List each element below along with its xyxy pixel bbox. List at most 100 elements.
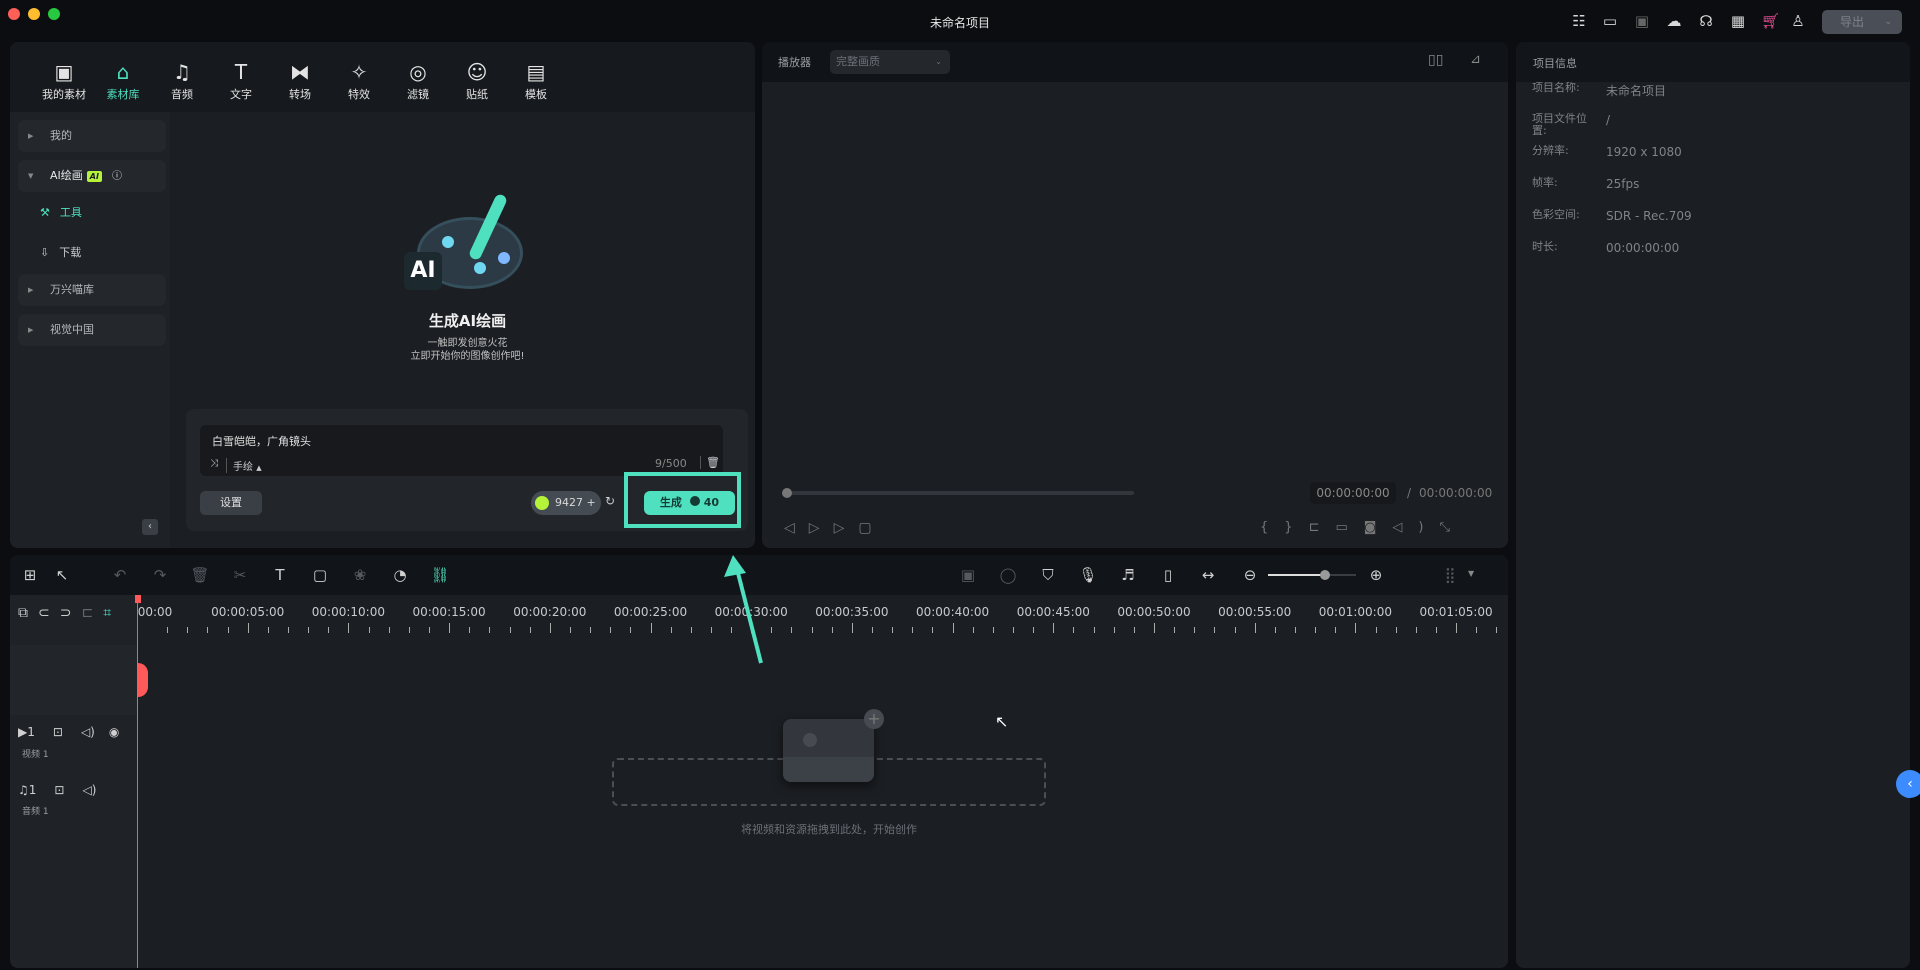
add-media-icon[interactable]: +: [864, 709, 884, 729]
ai-video-icon[interactable]: ▣: [958, 565, 978, 585]
zoom-in-icon[interactable]: ⊕: [1366, 565, 1386, 585]
sidebar-item-download[interactable]: ⇩ 下载: [40, 244, 81, 260]
apps-icon[interactable]: ▦: [1729, 12, 1747, 30]
task-list-icon[interactable]: ☷: [1570, 12, 1588, 30]
playhead-tab[interactable]: [138, 663, 148, 697]
mute-icon[interactable]: ◁): [81, 725, 95, 739]
tab-8[interactable]: ▤ 模板: [508, 60, 564, 102]
prev-frame-icon[interactable]: ◁: [784, 520, 809, 536]
help-icon[interactable]: ⓘ: [112, 171, 122, 182]
volume-icon[interactable]: ◁): [1392, 520, 1439, 535]
tab-5[interactable]: ✧ 特效: [331, 60, 387, 102]
shuffle-icon[interactable]: ⤨: [210, 458, 218, 469]
mark-in-icon[interactable]: {: [1260, 520, 1284, 535]
caret-down-icon[interactable]: ▼: [1468, 569, 1474, 578]
crop-icon[interactable]: ▢: [310, 565, 330, 585]
current-time[interactable]: 00:00:00:00: [1310, 482, 1396, 504]
snapshot-icon[interactable]: ◙: [1364, 520, 1393, 535]
tab-icon: T: [234, 60, 248, 84]
delete-icon[interactable]: 🗑︎: [190, 565, 210, 585]
play-range-icon[interactable]: ◯: [998, 565, 1018, 585]
tab-2[interactable]: ♫ 音频: [154, 60, 210, 102]
waveform-icon[interactable]: ⊿: [1470, 52, 1481, 67]
mute-icon[interactable]: ◁): [82, 783, 96, 797]
layout-icon[interactable]: ▭: [1601, 12, 1619, 30]
next-frame-icon[interactable]: ▷: [809, 520, 834, 536]
auto-reframe-icon[interactable]: ▯: [1158, 565, 1178, 585]
playhead[interactable]: [137, 595, 138, 968]
layout-grid-icon[interactable]: ⊞: [20, 565, 40, 585]
label: 视觉中国: [50, 323, 94, 336]
tab-6[interactable]: ◎ 滤镜: [390, 60, 446, 102]
snap-icon[interactable]: ⌗: [103, 605, 121, 621]
style-select[interactable]: 手绘 ▲: [226, 458, 262, 473]
lock-icon[interactable]: ⊡: [53, 725, 63, 739]
sidebar-item-wondershare-lib[interactable]: ▶ 万兴喵库: [18, 274, 166, 306]
eye-icon[interactable]: ◉: [109, 725, 119, 739]
color-icon[interactable]: ❀: [350, 565, 370, 585]
plus-icon[interactable]: +: [587, 496, 596, 509]
ruler-tick: [1073, 627, 1075, 633]
credits-badge[interactable]: 9427 +: [531, 491, 601, 515]
link-clip-icon[interactable]: ⊂⊃: [38, 605, 81, 621]
track-height-icon[interactable]: ⣿: [1440, 565, 1460, 585]
tab-7[interactable]: ☺ 贴纸: [449, 60, 505, 102]
tab-0[interactable]: ▣ 我的素材: [36, 60, 92, 102]
display-icon[interactable]: ▭: [1335, 520, 1363, 535]
music-list-icon[interactable]: ♬: [1118, 565, 1138, 585]
playhead-handle[interactable]: [135, 595, 141, 603]
unlink-icon[interactable]: ⊏: [81, 605, 103, 621]
trash-icon[interactable]: 🗑︎: [700, 456, 720, 469]
quality-select[interactable]: 完整画质 ⌄: [830, 50, 950, 74]
text-tool-icon[interactable]: T: [270, 565, 290, 585]
expand-panel-button[interactable]: ‹: [1896, 770, 1920, 798]
redo-icon[interactable]: ↷: [150, 565, 170, 585]
headset-icon[interactable]: ☊: [1697, 12, 1715, 30]
cloud-upload-icon[interactable]: ☁: [1665, 12, 1683, 30]
zoom-out-icon[interactable]: ⊖: [1240, 565, 1260, 585]
tab-3[interactable]: T 文字: [213, 60, 269, 102]
scrubber-handle[interactable]: [782, 488, 792, 498]
ruler-label: 00:00:25:00: [613, 605, 688, 619]
video-track-header: ▶1 ⊡ ◁) ◉: [18, 725, 119, 739]
sidebar-item-tools[interactable]: ⚒ 工具: [40, 204, 82, 220]
fullscreen-icon[interactable]: ⤡: [1439, 520, 1465, 535]
user-icon[interactable]: ♙: [1789, 12, 1807, 30]
image-placeholder-icon: [783, 719, 874, 782]
collapse-sidebar-button[interactable]: ‹: [142, 519, 158, 535]
scrubber-track[interactable]: [784, 491, 1134, 495]
sidebar-item-mine[interactable]: ▶ 我的: [18, 120, 166, 152]
insert-icon[interactable]: ⊏: [1309, 520, 1336, 535]
lock-icon[interactable]: ⊡: [54, 783, 64, 797]
undo-icon[interactable]: ↶: [110, 565, 130, 585]
tab-1[interactable]: ⌂ 素材库: [95, 60, 151, 102]
play-icon[interactable]: ▷: [834, 520, 859, 536]
save-icon[interactable]: ▣: [1633, 12, 1651, 30]
select-tool-icon[interactable]: ↖: [52, 565, 72, 585]
sidebar-item-vcg[interactable]: ▶ 视觉中国: [18, 314, 166, 346]
mark-out-icon[interactable]: }: [1284, 520, 1308, 535]
tab-4[interactable]: ⧓ 转场: [272, 60, 328, 102]
add-track-icon[interactable]: ⧉: [18, 605, 38, 621]
ruler-label: 00:01:05:00: [1419, 605, 1493, 619]
zoom-slider[interactable]: [1268, 570, 1356, 580]
export-button[interactable]: 导出 ⌄: [1822, 10, 1902, 34]
zoom-slider-handle[interactable]: [1320, 570, 1331, 580]
link-icon[interactable]: ⛓: [430, 565, 450, 585]
cart-icon[interactable]: 🛒︎: [1761, 12, 1780, 30]
microphone-icon[interactable]: 🎙︎: [1078, 565, 1098, 585]
sidebar-item-ai-paint[interactable]: ▼ AI绘画 AI ⓘ: [18, 160, 166, 192]
cut-icon[interactable]: ✂: [230, 565, 250, 585]
ruler-tick: [1335, 627, 1337, 633]
refresh-icon[interactable]: ↻: [605, 494, 615, 508]
time-ruler[interactable]: 00:00 00:00:05:00 00:00:10:00 00:00:15:00 00…: [137, 595, 1508, 639]
fit-icon[interactable]: ↔: [1198, 565, 1218, 585]
prompt-input[interactable]: 白雪皑皑，广角镜头 ⤨ 手绘 ▲ 9/500 🗑︎: [200, 425, 723, 476]
settings-button[interactable]: 设置: [200, 491, 262, 515]
stop-icon[interactable]: ▢: [858, 520, 885, 536]
marker-icon[interactable]: ⛉: [1038, 565, 1058, 585]
playback-controls: ◁▷▷▢: [784, 520, 886, 536]
grid-view-icon[interactable]: ▯▯: [1428, 52, 1443, 68]
ai-audio-icon[interactable]: ◔: [390, 565, 410, 585]
tab-icon: ▣: [54, 60, 74, 84]
